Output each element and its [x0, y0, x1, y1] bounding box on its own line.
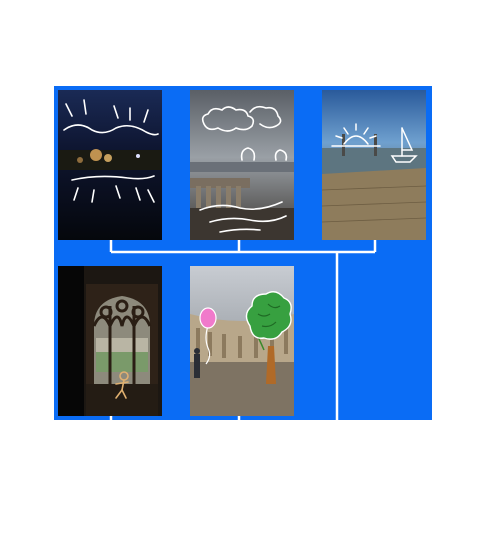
- photo-gallery-panel: [54, 86, 432, 420]
- sea-photo-icon: [322, 90, 426, 240]
- thumbnail-cloudy-terrace[interactable]: [190, 90, 294, 240]
- thumbnail-night-town[interactable]: [58, 90, 162, 240]
- terrace-photo-icon: [190, 90, 294, 240]
- thumbnail-seaside[interactable]: [322, 90, 426, 240]
- thumbnail-courtyard[interactable]: [190, 266, 294, 416]
- cloister-photo-icon: [58, 266, 162, 416]
- thumbnail-cloister-window[interactable]: [58, 266, 162, 416]
- courtyard-photo-icon: [190, 266, 294, 416]
- night-town-photo-icon: [58, 90, 162, 240]
